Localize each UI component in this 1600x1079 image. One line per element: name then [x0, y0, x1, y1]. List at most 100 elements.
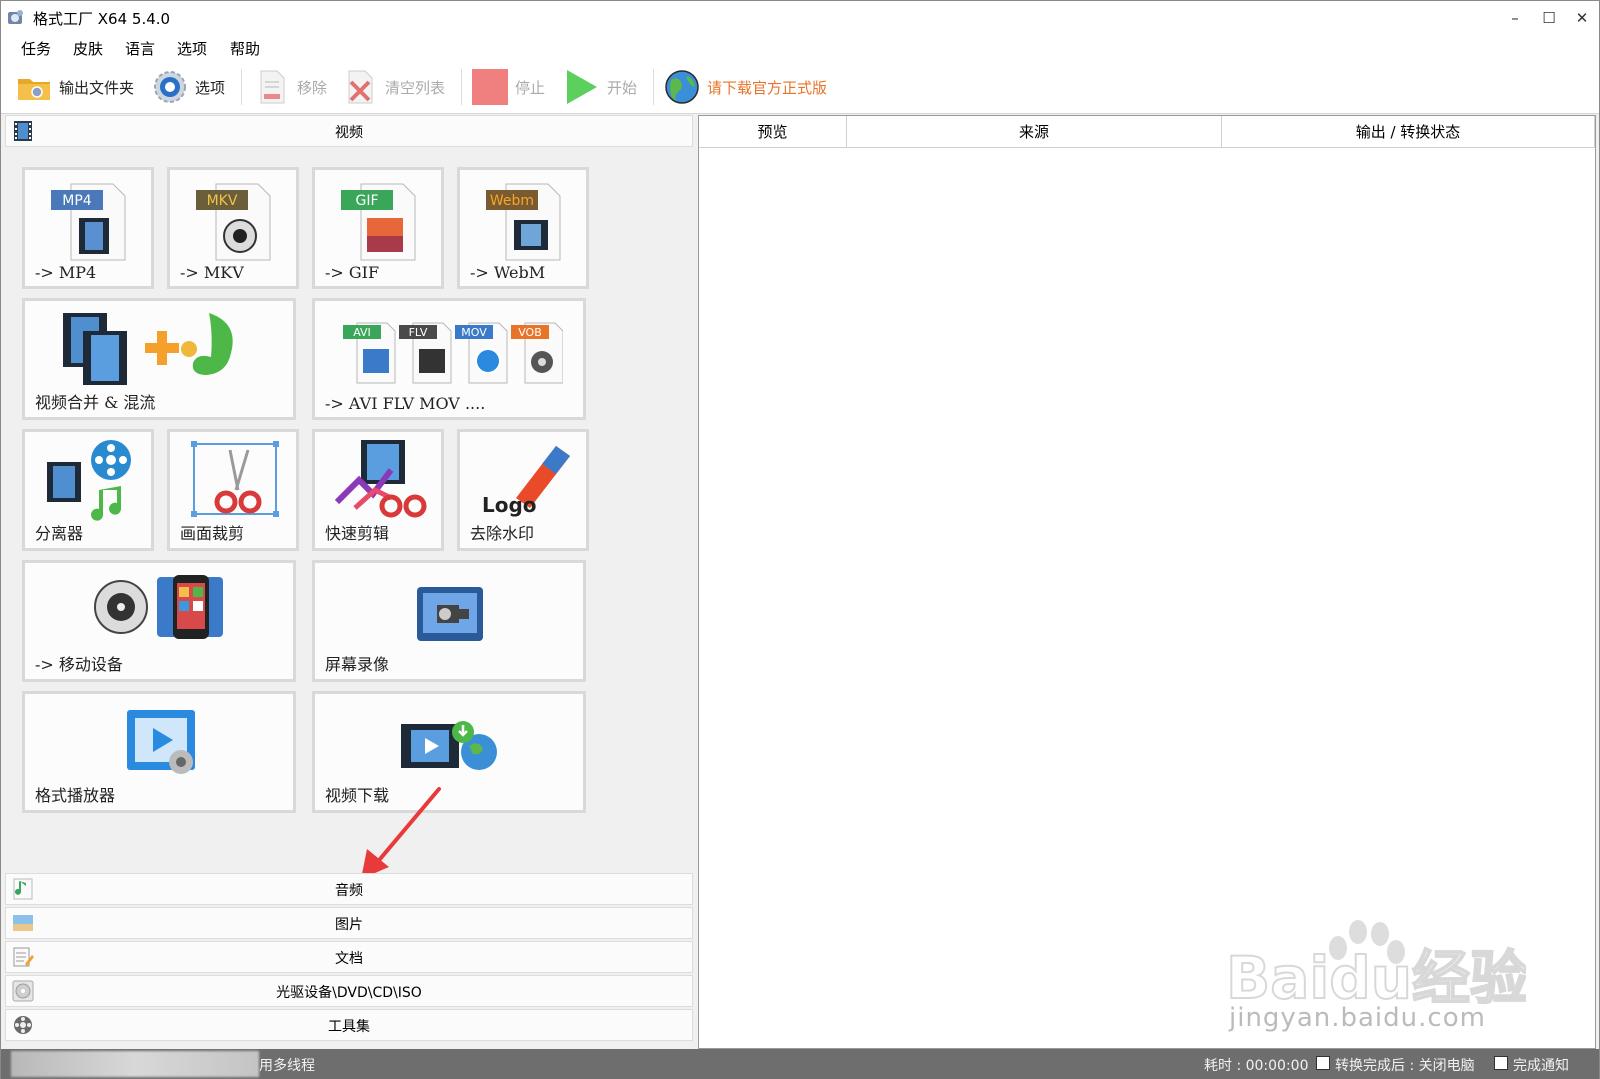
- clear-list-icon: [348, 70, 373, 104]
- mkv-badge: MKV: [207, 193, 238, 209]
- menu-help[interactable]: 帮助: [230, 38, 260, 59]
- category-document-header[interactable]: 文档: [5, 941, 693, 973]
- mobile-device-icon: [94, 575, 223, 639]
- mkv-file-icon: MKV: [196, 183, 271, 261]
- splitter-icon: [47, 440, 131, 521]
- quick-edit-icon: [335, 440, 427, 518]
- convert-mkv-tile[interactable]: MKV -> MKV: [167, 167, 299, 289]
- stop-label: 停止: [515, 78, 546, 97]
- shutdown-label: 转换完成后 : 关闭电脑: [1335, 1058, 1475, 1074]
- play-icon: [567, 70, 597, 104]
- stop-button[interactable]: 停止: [471, 67, 545, 107]
- menu-skin[interactable]: 皮肤: [73, 38, 103, 59]
- multi-format-icons: AVI FLV MOV VOB: [343, 322, 563, 384]
- category-video-header[interactable]: 视频: [5, 115, 693, 147]
- column-output-status[interactable]: 输出 / 转换状态: [1222, 116, 1595, 148]
- elapsed-time: 耗时 : 00:00:00: [1204, 1058, 1309, 1074]
- convert-gif-tile[interactable]: GIF -> GIF: [312, 167, 444, 289]
- category-tools-label: 工具集: [328, 1019, 370, 1035]
- player-icon: [127, 710, 195, 774]
- start-label: 开始: [607, 78, 638, 97]
- remove-button[interactable]: 移除: [253, 67, 327, 107]
- convert-avi-flv-mov-label: -> AVI FLV MOV ....: [325, 394, 486, 413]
- convert-webm-tile[interactable]: Webm -> WebM: [457, 167, 589, 289]
- splitter-tile[interactable]: 分离器: [22, 429, 154, 551]
- webm-badge: Webm: [490, 193, 534, 209]
- remove-label: 移除: [297, 78, 328, 97]
- gif-badge: GIF: [355, 193, 378, 209]
- title-bar: 格式工厂 X64 5.4.0 – ☐ ✕: [1, 1, 1599, 35]
- convert-avi-flv-mov-tile[interactable]: AVI FLV MOV VOB -> AVI FLV MOV ....: [312, 298, 586, 420]
- remove-watermark-tile[interactable]: Logo 去除水印: [457, 429, 589, 551]
- column-preview[interactable]: 预览: [699, 116, 847, 148]
- globe-icon: [665, 70, 699, 104]
- category-audio-label: 音频: [335, 883, 363, 899]
- quick-edit-label: 快速剪辑: [325, 524, 390, 543]
- remove-document-icon: [260, 70, 285, 104]
- options-button[interactable]: 选项: [151, 67, 225, 107]
- menu-bar: 任务 皮肤 语言 选项 帮助: [1, 35, 1599, 61]
- download-official-button[interactable]: 请下载官方正式版: [663, 67, 827, 107]
- menu-options[interactable]: 选项: [177, 38, 207, 59]
- video-download-tile[interactable]: 视频下载: [312, 691, 586, 813]
- screen-record-icon: [417, 587, 483, 641]
- category-image-header[interactable]: 图片: [5, 907, 693, 939]
- output-folder-label: 输出文件夹: [59, 78, 135, 97]
- screen-record-label: 屏幕录像: [325, 655, 390, 674]
- gear-icon: [154, 71, 186, 103]
- minimize-button[interactable]: –: [1501, 7, 1529, 29]
- watermark-brand: Baidu经验: [1226, 944, 1526, 1012]
- app-window: 格式工厂 X64 5.4.0 – ☐ ✕ 任务 皮肤 语言 选项 帮助 输出文件…: [0, 0, 1600, 1079]
- toolbar: 输出文件夹 选项 移除 清空列表 停止 开始 请下载官方正式版: [1, 61, 1599, 114]
- category-audio-header[interactable]: 音频: [5, 873, 693, 905]
- convert-mp4-tile[interactable]: MP4 -> MP4: [22, 167, 154, 289]
- start-button[interactable]: 开始: [563, 67, 637, 107]
- blurred-status-area: [11, 1051, 259, 1077]
- gif-file-icon: GIF: [341, 183, 416, 261]
- flv-badge: FLV: [409, 326, 428, 339]
- crop-label: 画面裁剪: [180, 524, 245, 543]
- crop-tile[interactable]: 画面裁剪: [167, 429, 299, 551]
- window-title: 格式工厂 X64 5.4.0: [33, 10, 171, 28]
- menu-language[interactable]: 语言: [125, 38, 155, 59]
- menu-task[interactable]: 任务: [21, 38, 51, 59]
- toolbar-divider: [653, 69, 654, 105]
- mp4-badge: MP4: [62, 193, 92, 209]
- quick-edit-tile[interactable]: 快速剪辑: [312, 429, 444, 551]
- convert-mp4-label: -> MP4: [35, 263, 97, 282]
- column-source[interactable]: 来源: [847, 116, 1222, 148]
- format-player-tile[interactable]: 格式播放器: [22, 691, 296, 813]
- merge-mux-tile[interactable]: 视频合并 & 混流: [22, 298, 296, 420]
- clear-list-button[interactable]: 清空列表: [341, 67, 445, 107]
- category-tools-header[interactable]: 工具集: [5, 1009, 693, 1041]
- convert-webm-label: -> WebM: [470, 263, 546, 282]
- remove-watermark-label: 去除水印: [470, 524, 535, 543]
- notify-checkbox[interactable]: [1494, 1056, 1508, 1070]
- annotation-arrow: [361, 787, 441, 879]
- convert-mkv-label: -> MKV: [180, 263, 244, 282]
- stop-icon: [472, 69, 508, 105]
- close-button[interactable]: ✕: [1568, 7, 1596, 29]
- logo-text: Logo: [482, 493, 537, 517]
- category-disc-label: 光驱设备\DVD\CD\ISO: [276, 985, 422, 1001]
- category-disc-header[interactable]: 光驱设备\DVD\CD\ISO: [5, 975, 693, 1007]
- merge-mux-label: 视频合并 & 混流: [35, 393, 156, 412]
- maximize-button[interactable]: ☐: [1535, 7, 1563, 29]
- screen-record-tile[interactable]: 屏幕录像: [312, 560, 586, 682]
- format-player-label: 格式播放器: [35, 786, 116, 805]
- crop-scissors-icon: [191, 441, 279, 517]
- category-panel: 视频 MP4 -> MP4 MKV -> MKV GIF -> GIF Webm…: [5, 115, 693, 1049]
- shutdown-checkbox[interactable]: [1316, 1056, 1330, 1070]
- app-logo-icon: [8, 10, 23, 24]
- mobile-device-label: -> 移动设备: [35, 655, 123, 674]
- webm-file-icon: Webm: [486, 183, 561, 261]
- splitter-label: 分离器: [35, 524, 84, 543]
- mobile-device-tile[interactable]: -> 移动设备: [22, 560, 296, 682]
- avi-badge: AVI: [353, 326, 371, 339]
- eraser-icon: Logo: [482, 446, 570, 517]
- output-folder-button[interactable]: 输出文件夹: [15, 67, 134, 107]
- watermark-url: jingyan.baidu.com: [1229, 1003, 1486, 1033]
- category-video-label: 视频: [335, 125, 363, 141]
- status-bar: 用多线程 耗时 : 00:00:00 转换完成后 : 关闭电脑 完成通知: [1, 1049, 1599, 1079]
- options-label: 选项: [195, 78, 226, 97]
